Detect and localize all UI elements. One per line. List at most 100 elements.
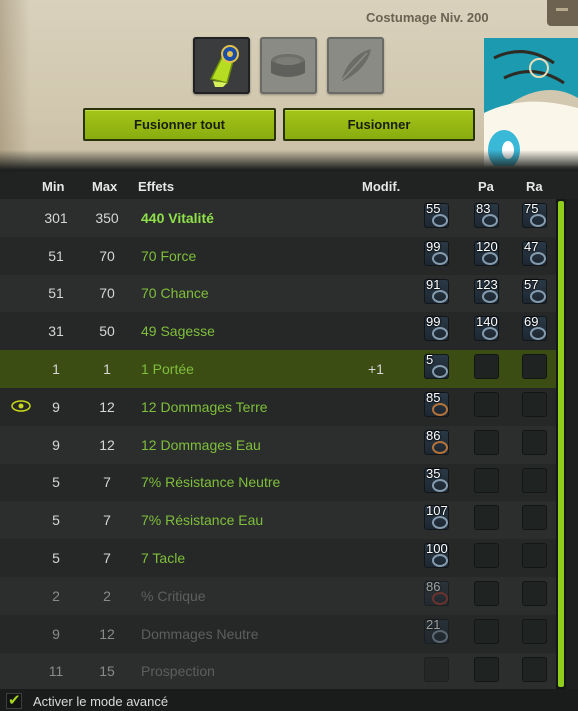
rune-quantity: 55 [426, 201, 441, 216]
min-value: 2 [52, 587, 60, 604]
max-value: 70 [99, 285, 115, 302]
rune-quantity: 47 [524, 238, 539, 254]
table-row[interactable]: 5 7 7% Résistance Neutre 35 [0, 463, 556, 502]
max-value: 1 [103, 361, 111, 378]
table-row[interactable]: 1 1 1 Portée +1 5 [0, 350, 556, 388]
rune-quantity: 123 [476, 276, 498, 292]
advanced-mode-label[interactable]: Activer le mode avancé [33, 694, 168, 709]
minimize-button[interactable] [547, 0, 578, 26]
table-row[interactable]: 301 350 440 Vitalité 55 83 75 [0, 199, 556, 237]
min-value: 11 [48, 663, 64, 680]
rune-slot-ra[interactable]: 47 [522, 238, 547, 266]
rune-slot-ra[interactable] [522, 656, 547, 682]
rune-slot-pa[interactable]: 123 [474, 276, 499, 304]
table-row[interactable]: 51 70 70 Chance 91 123 57 [0, 274, 556, 313]
item-level-label: Costumage Niv. 200 [366, 10, 489, 25]
table-row[interactable]: 9 12 12 Dommages Terre 85 [0, 387, 556, 426]
table-row[interactable]: 2 2 % Critique 86 [0, 576, 556, 615]
rune-slot-ba[interactable]: 99 [424, 238, 449, 266]
max-value: 12 [99, 436, 115, 453]
eye-icon[interactable] [11, 399, 31, 415]
rune-quantity: 69 [524, 314, 539, 330]
rune-slot-pa[interactable]: 140 [474, 314, 499, 342]
rune-quantity: 35 [426, 465, 441, 481]
table-row[interactable]: 5 7 7 Tacle 100 [0, 539, 556, 577]
effect-label: 12 Dommages Eau [141, 436, 261, 453]
rune-slot-ba[interactable]: 91 [424, 277, 449, 304]
rune-slot-ra[interactable] [522, 505, 547, 531]
rune-slot-ra[interactable]: 57 [522, 277, 547, 304]
rune-slot-pa[interactable] [474, 618, 499, 644]
rune-slot-ba[interactable]: 55 [424, 201, 449, 228]
rune-slot-ba[interactable]: 86 [424, 578, 449, 606]
rune-slot-ba[interactable]: 86 [424, 427, 449, 455]
rune-slot-ra[interactable] [522, 543, 547, 569]
rune-slot-ba[interactable] [424, 656, 449, 682]
costume-item-slot[interactable] [193, 37, 250, 94]
table-row[interactable]: 31 50 49 Sagesse 99 140 69 [0, 312, 556, 351]
max-value: 7 [103, 512, 111, 529]
rune-slot-ra[interactable] [522, 429, 547, 455]
rune-slot-ra[interactable] [522, 580, 547, 606]
rune-slot-ra[interactable] [522, 618, 547, 644]
min-value: 31 [48, 323, 64, 340]
col-min: Min [42, 179, 65, 194]
rune-slot-ra[interactable] [522, 467, 547, 493]
table-row[interactable]: 51 70 70 Force 99 120 47 [0, 236, 556, 275]
rune-slot-pa[interactable]: 83 [474, 201, 499, 228]
rune-quantity: 100 [426, 541, 448, 557]
rune-slot-ba[interactable]: 35 [424, 465, 449, 493]
rune-slot-pa[interactable] [474, 656, 499, 682]
rune-quantity: 85 [426, 389, 441, 405]
feather-item-slot[interactable] [327, 37, 384, 94]
table-row[interactable]: 5 7 7% Résistance Eau 107 [0, 501, 556, 540]
rune-slot-ra[interactable]: 69 [522, 314, 547, 342]
rune-slot-ba[interactable]: 100 [424, 541, 449, 569]
rune-quantity: 99 [426, 238, 441, 254]
fuse-all-button[interactable]: Fusionner tout [83, 108, 276, 141]
effect-label: 49 Sagesse [141, 323, 215, 340]
rune-quantity: 86 [426, 427, 441, 443]
rune-slot-pa[interactable] [474, 580, 499, 606]
rune-quantity: 75 [524, 201, 539, 216]
max-value: 70 [99, 247, 115, 264]
effect-label: 12 Dommages Terre [141, 398, 268, 415]
hat-item-slot[interactable] [260, 37, 317, 94]
rune-quantity: 86 [426, 578, 441, 594]
min-value: 5 [52, 512, 60, 529]
rune-slot-pa[interactable] [474, 543, 499, 569]
effects-scrollbar[interactable] [556, 199, 566, 689]
table-row[interactable]: 9 12 Dommages Neutre 21 [0, 614, 556, 653]
max-value: 7 [103, 474, 111, 491]
rune-slot-pa[interactable] [474, 505, 499, 531]
rune-slot-ba[interactable]: 21 [424, 617, 449, 644]
rune-slot-ba[interactable]: 5 [424, 352, 449, 380]
rune-slot-pa[interactable] [474, 391, 499, 417]
rune-quantity: 120 [476, 238, 498, 254]
min-value: 9 [52, 436, 60, 453]
fuse-button[interactable]: Fusionner [283, 108, 475, 141]
advanced-mode-checkbox[interactable] [6, 691, 22, 709]
min-value: 5 [52, 550, 60, 567]
table-row[interactable]: 11 15 Prospection [0, 652, 556, 691]
rune-slot-ba[interactable]: 85 [424, 389, 449, 417]
col-ra: Ra [526, 179, 543, 194]
rune-slot-pa[interactable] [474, 467, 499, 493]
max-value: 15 [99, 663, 115, 680]
scrollbar-thumb[interactable] [558, 201, 564, 687]
effect-label: 70 Force [141, 247, 197, 264]
rune-slot-ra[interactable] [522, 391, 547, 417]
rune-slot-ra[interactable] [522, 354, 547, 380]
rune-slot-ra[interactable]: 75 [522, 201, 547, 228]
hat-icon [271, 54, 305, 77]
rune-slot-pa[interactable] [474, 429, 499, 455]
rune-slot-ba[interactable]: 107 [424, 503, 449, 531]
character-avatar [484, 38, 578, 166]
table-row[interactable]: 9 12 12 Dommages Eau 86 [0, 425, 556, 464]
min-value: 301 [44, 209, 68, 226]
max-value: 12 [99, 398, 115, 415]
rune-slot-ba[interactable]: 99 [424, 314, 449, 342]
min-value: 9 [52, 398, 60, 415]
rune-slot-pa[interactable] [474, 354, 499, 380]
rune-slot-pa[interactable]: 120 [474, 238, 499, 266]
